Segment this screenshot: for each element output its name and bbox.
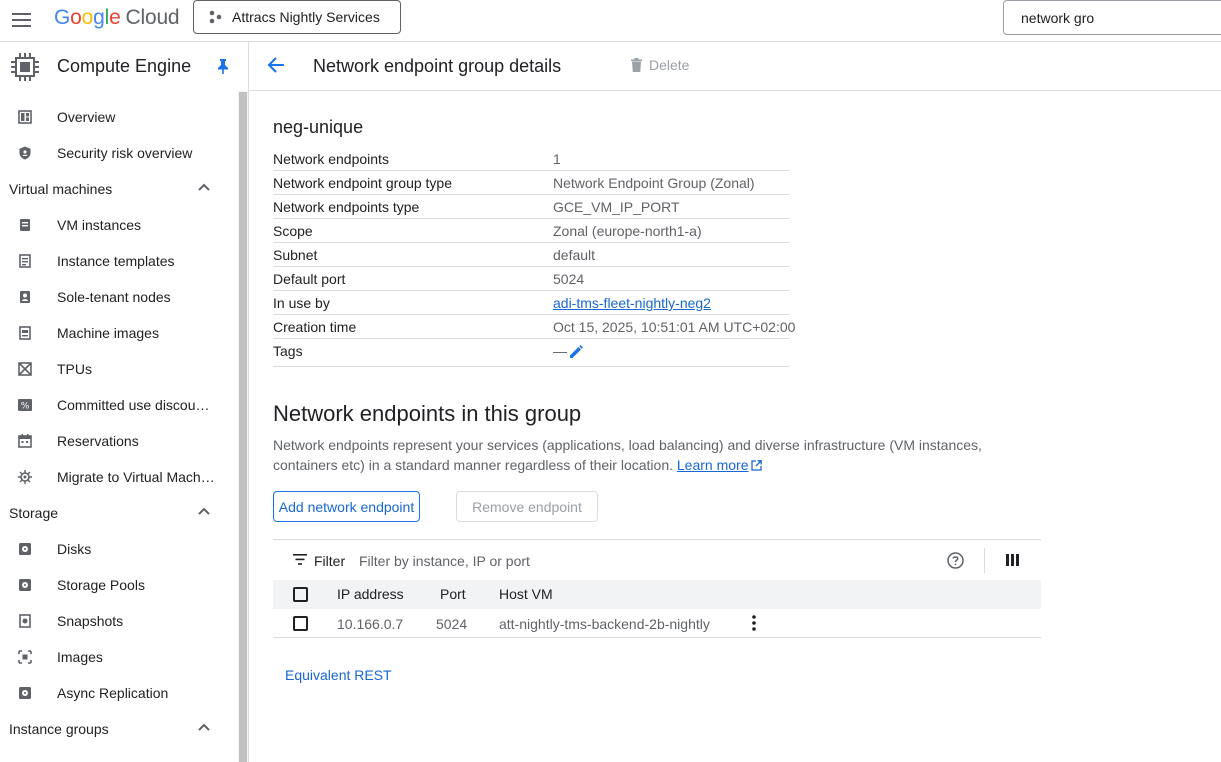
- column-display-icon[interactable]: [1006, 554, 1019, 566]
- chevron-up-icon: [198, 183, 210, 191]
- product-title: Compute Engine: [57, 56, 192, 76]
- detail-row-endpoints-type: Network endpoints type GCE_VM_IP_PORT: [273, 195, 789, 219]
- external-link-icon: [751, 460, 763, 471]
- back-arrow-icon[interactable]: [267, 56, 285, 74]
- migrate-icon: [18, 470, 32, 484]
- chevron-up-icon: [198, 723, 210, 731]
- tpu-icon: [18, 362, 32, 376]
- tags-empty-value: —: [553, 343, 567, 359]
- project-picker-button[interactable]: Attracs Nightly Services: [193, 0, 401, 34]
- in-use-by-link[interactable]: adi-tms-fleet-nightly-neg2: [553, 295, 711, 311]
- search-input[interactable]: network gro: [1003, 0, 1221, 35]
- detail-row-default-port: Default port 5024: [273, 267, 789, 291]
- sidebar-item-snapshots[interactable]: Snapshots: [0, 603, 238, 639]
- cell-host-vm: att-nightly-tms-backend-2b-nightly: [499, 616, 710, 632]
- detail-row-network-endpoints: Network endpoints 1: [273, 147, 789, 171]
- sidebar-item-async-replication[interactable]: Async Replication: [0, 675, 238, 711]
- column-header-host-vm[interactable]: Host VM: [499, 586, 553, 602]
- table-header: IP address Port Host VM: [273, 580, 1041, 609]
- svg-text:%: %: [21, 402, 30, 412]
- sidebar-section-storage[interactable]: Storage: [0, 495, 238, 531]
- sidebar-item-tpus[interactable]: TPUs: [0, 351, 238, 387]
- detail-row-creation-time: Creation time Oct 15, 2025, 10:51:01 AM …: [273, 315, 795, 339]
- dashboard-icon: [18, 110, 32, 124]
- learn-more-link[interactable]: Learn more: [677, 457, 749, 473]
- column-header-port[interactable]: Port: [440, 586, 466, 602]
- sidebar-item-security-risk-overview[interactable]: Security risk overview: [0, 135, 238, 171]
- detail-row-scope: Scope Zonal (europe-north1-a): [273, 219, 789, 243]
- sidebar-section-instance-groups[interactable]: Instance groups: [0, 711, 238, 747]
- endpoints-section-title: Network endpoints in this group: [273, 401, 582, 426]
- remove-endpoint-button: Remove endpoint: [456, 491, 598, 522]
- project-hub-icon: [209, 10, 222, 24]
- column-header-ip-address[interactable]: IP address: [337, 586, 404, 602]
- sidebar-scrollbar-thumb[interactable]: [239, 92, 247, 762]
- google-cloud-logo[interactable]: Google Cloud: [54, 6, 180, 30]
- image-icon: [18, 650, 32, 664]
- page-header: Network endpoint group details Delete: [249, 42, 1221, 91]
- percent-icon: %: [18, 399, 32, 412]
- vm-instance-icon: [20, 219, 30, 231]
- detail-row-tags: Tags —: [273, 339, 789, 367]
- trash-icon: [631, 58, 642, 72]
- sidebar: Compute Engine Overview Security risk ov…: [0, 42, 248, 762]
- sidebar-item-machine-images[interactable]: Machine images: [0, 315, 238, 351]
- detail-row-neg-type: Network endpoint group type Network Endp…: [273, 171, 789, 195]
- snapshot-icon: [19, 614, 31, 628]
- sidebar-item-vm-instances[interactable]: VM instances: [0, 207, 238, 243]
- cell-port: 5024: [436, 616, 468, 632]
- disk-icon: [19, 543, 31, 555]
- filter-icon[interactable]: [293, 554, 307, 565]
- sidebar-divider: [248, 42, 249, 762]
- select-all-checkbox[interactable]: [293, 587, 308, 602]
- sidebar-item-storage-pools[interactable]: Storage Pools: [0, 567, 238, 603]
- sidebar-item-images[interactable]: Images: [0, 639, 238, 675]
- sidebar-item-instance-templates[interactable]: Instance templates: [0, 243, 238, 279]
- neg-name-heading: neg-unique: [273, 117, 364, 137]
- sidebar-item-migrate-to-virtual-machines[interactable]: Migrate to Virtual Mach…: [0, 459, 238, 495]
- chevron-up-icon: [198, 507, 210, 515]
- pin-icon[interactable]: [217, 59, 229, 74]
- sidebar-item-committed-use-discounts[interactable]: % Committed use discou…: [0, 387, 238, 423]
- sole-tenant-icon: [20, 291, 30, 303]
- row-checkbox[interactable]: [293, 616, 308, 631]
- equivalent-rest-link[interactable]: Equivalent REST: [285, 667, 392, 683]
- sidebar-header: Compute Engine: [0, 42, 248, 91]
- page-title: Network endpoint group details: [313, 56, 562, 76]
- replication-icon: [19, 687, 31, 699]
- add-network-endpoint-button[interactable]: Add network endpoint: [273, 491, 420, 522]
- detail-row-subnet: Subnet default: [273, 243, 789, 267]
- details-table: Network endpoints 1 Network endpoint gro…: [273, 147, 795, 367]
- endpoints-table: Filter Filter by instance, IP or port IP…: [273, 539, 1041, 638]
- delete-label: Delete: [649, 57, 690, 73]
- cell-ip-address: 10.166.0.7: [337, 616, 404, 632]
- endpoints-section-description: Network endpoints represent your service…: [273, 437, 982, 473]
- sidebar-item-disks[interactable]: Disks: [0, 531, 238, 567]
- top-bar: Google Cloud Attracs Nightly Services net…: [0, 0, 1221, 42]
- delete-button[interactable]: Delete: [631, 57, 689, 73]
- compute-engine-chip-icon: [11, 53, 39, 81]
- shield-icon: [19, 146, 31, 160]
- sidebar-item-overview[interactable]: Overview: [0, 99, 238, 135]
- more-vert-icon[interactable]: [752, 615, 756, 631]
- machine-image-icon: [19, 326, 31, 340]
- sidebar-item-reservations[interactable]: Reservations: [0, 423, 238, 459]
- toolbar-separator: [984, 548, 985, 573]
- search-value: network gro: [1021, 9, 1095, 26]
- template-icon: [19, 254, 31, 268]
- help-icon[interactable]: [947, 552, 964, 569]
- edit-pencil-icon[interactable]: [569, 345, 583, 359]
- filter-label[interactable]: Filter: [314, 553, 345, 569]
- project-name: Attracs Nightly Services: [232, 9, 380, 25]
- sidebar-item-sole-tenant-nodes[interactable]: Sole-tenant nodes: [0, 279, 238, 315]
- filter-bar: Filter Filter by instance, IP or port: [273, 539, 1041, 580]
- sidebar-nav: Overview Security risk overview Virtual …: [0, 99, 238, 747]
- filter-input[interactable]: Filter by instance, IP or port: [359, 553, 530, 569]
- sidebar-section-virtual-machines[interactable]: Virtual machines: [0, 171, 238, 207]
- table-row: 10.166.0.7 5024 att-nightly-tms-backend-…: [273, 609, 1041, 638]
- main-menu-icon[interactable]: [10, 8, 34, 32]
- storage-pool-icon: [19, 579, 31, 591]
- calendar-icon: [18, 434, 32, 448]
- detail-row-in-use-by: In use by adi-tms-fleet-nightly-neg2: [273, 291, 789, 315]
